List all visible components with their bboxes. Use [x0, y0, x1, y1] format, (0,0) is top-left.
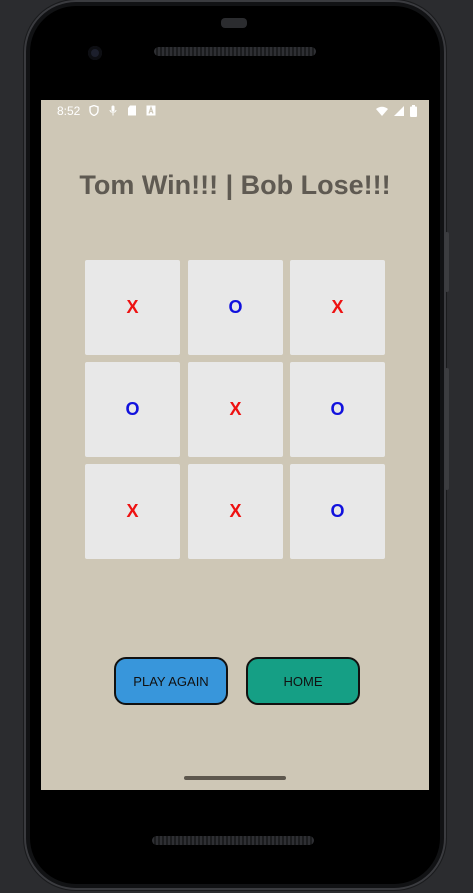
wifi-icon — [376, 106, 388, 116]
battery-icon — [410, 105, 417, 117]
board-cell-6[interactable]: O — [290, 362, 385, 457]
board-cell-8[interactable]: X — [188, 464, 283, 559]
status-icons-left — [89, 105, 156, 116]
result-title: Tom Win!!! | Bob Lose!!! — [79, 170, 391, 200]
sd-card-icon — [128, 105, 136, 116]
signal-icon — [394, 105, 404, 116]
shield-icon — [89, 105, 99, 116]
board-cell-9[interactable]: O — [290, 464, 385, 559]
top-speaker-grille — [154, 47, 316, 56]
board-cell-2[interactable]: O — [188, 260, 283, 355]
board-cell-4[interactable]: O — [85, 362, 180, 457]
app-screen: 8:52 Tom Win!!! | Bob Lose!!! X O X O X … — [41, 100, 429, 790]
board-cell-1[interactable]: X — [85, 260, 180, 355]
tic-tac-toe-board: X O X O X O X X O — [85, 260, 385, 560]
status-time: 8:52 — [57, 104, 81, 118]
earpiece-notch — [221, 18, 247, 28]
gesture-home-indicator[interactable] — [184, 776, 286, 780]
board-cell-3[interactable]: X — [290, 260, 385, 355]
power-button — [445, 232, 449, 292]
bottom-speaker-grille — [152, 836, 314, 845]
notification-a-icon — [146, 105, 156, 116]
play-again-button[interactable]: PLAY AGAIN — [114, 657, 228, 705]
front-camera-icon — [88, 46, 102, 60]
status-icons-right — [376, 105, 417, 117]
home-button[interactable]: HOME — [246, 657, 360, 705]
board-cell-7[interactable]: X — [85, 464, 180, 559]
board-cell-5[interactable]: X — [188, 362, 283, 457]
mic-icon — [109, 105, 117, 116]
status-bar: 8:52 — [41, 100, 429, 124]
volume-button — [445, 368, 449, 490]
